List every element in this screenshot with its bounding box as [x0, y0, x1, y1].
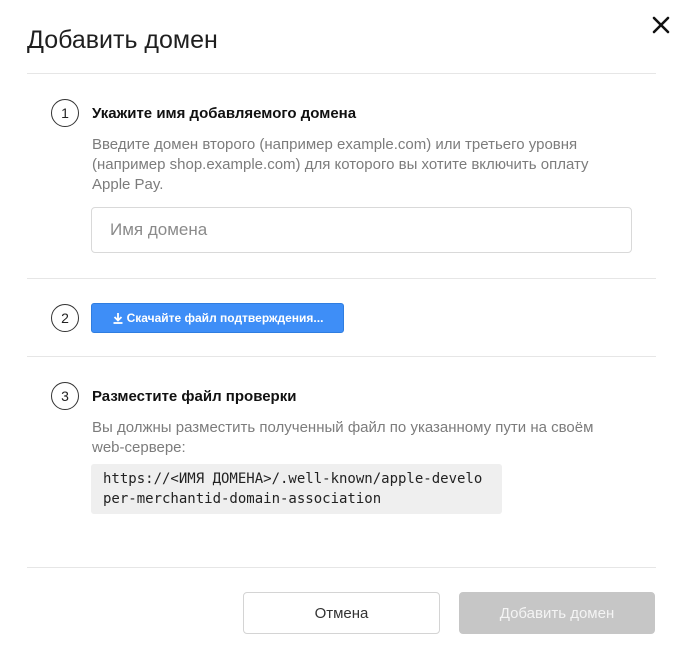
- step-1-divider: [27, 278, 656, 279]
- domain-name-input[interactable]: [91, 207, 632, 253]
- dialog-title: Добавить домен: [27, 26, 218, 54]
- close-icon: [652, 16, 670, 34]
- header-divider: [27, 73, 656, 74]
- footer-divider: [27, 567, 656, 568]
- step-3-title: Разместите файл проверки: [92, 388, 297, 405]
- add-domain-button[interactable]: Добавить домен: [459, 592, 655, 634]
- step-1-description: Введите домен второго (например example.…: [92, 136, 589, 193]
- step-3-number: 3: [51, 382, 79, 410]
- step-1-title: Укажите имя добавляемого домена: [92, 105, 357, 122]
- download-button-label: Скачайте файл подтверждения...: [126, 311, 324, 325]
- download-icon: [113, 313, 123, 324]
- close-button[interactable]: [648, 12, 674, 38]
- step-2-divider: [27, 356, 656, 357]
- download-verification-file-button[interactable]: Скачайте файл подтверждения...: [91, 303, 344, 333]
- cancel-button[interactable]: Отмена: [243, 592, 440, 634]
- step-2-number: 2: [51, 304, 79, 332]
- step-1-number: 1: [51, 99, 79, 127]
- step-3-description: Вы должны разместить полученный файл по …: [92, 419, 594, 456]
- verification-file-path: https://<ИМЯ ДОМЕНА>/.well-known/apple-d…: [91, 464, 502, 514]
- add-domain-dialog: Добавить домен 1 Укажите имя добавляемог…: [0, 0, 684, 662]
